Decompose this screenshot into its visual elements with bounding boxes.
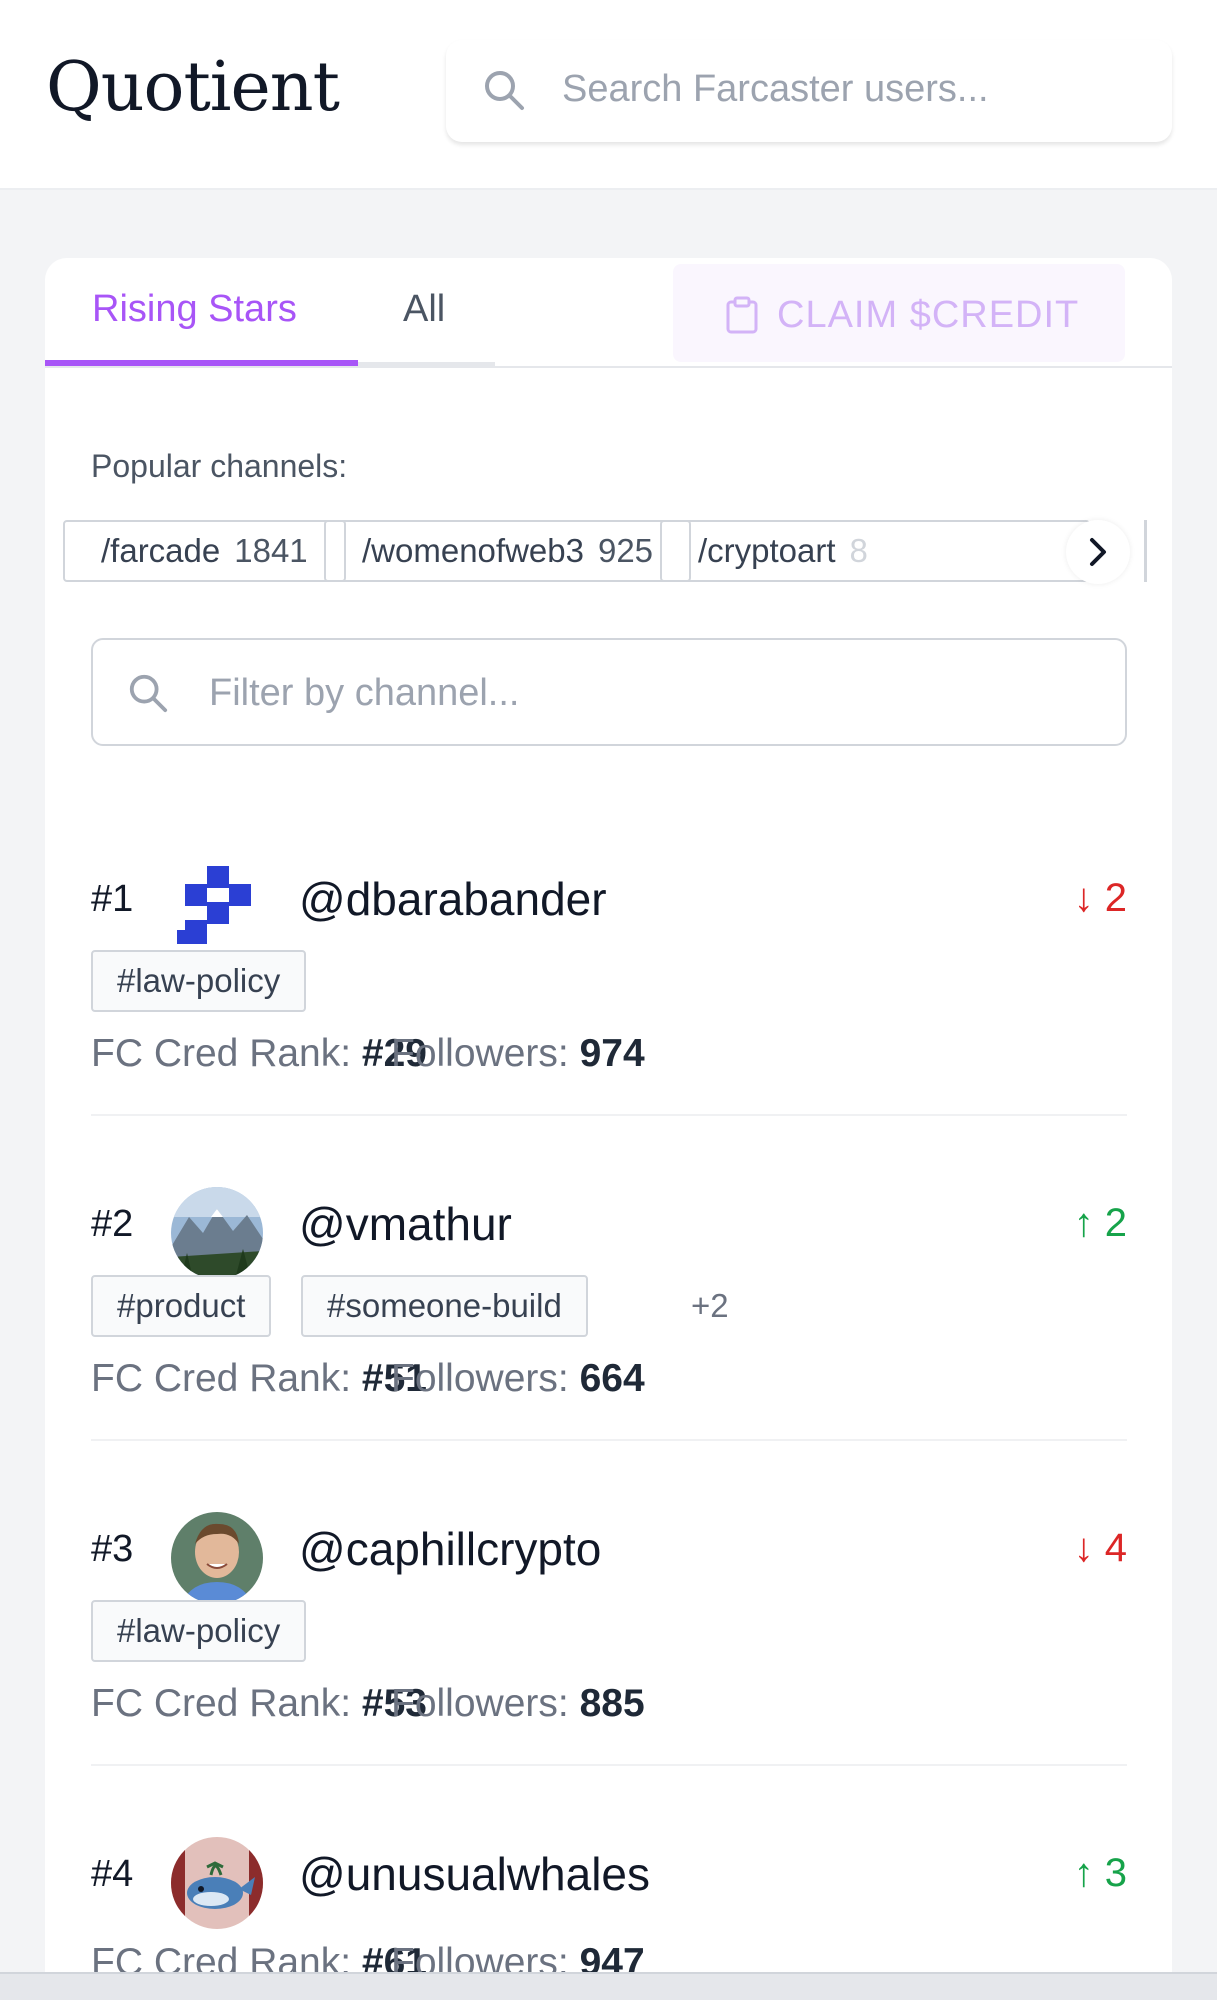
username[interactable]: @dbarabander <box>299 872 607 926</box>
cred-rank: FC Cred Rank: #29 <box>91 1032 427 1076</box>
username[interactable]: @caphillcrypto <box>299 1522 601 1576</box>
user-row[interactable]: #1 @dbarabander ↓ 2 #law-policy FC Cred … <box>91 818 1127 1118</box>
chevron-right-icon <box>1090 538 1106 566</box>
channel-tag[interactable]: #law-policy <box>91 950 307 1012</box>
arrow-up-icon: ↑ <box>1073 1201 1094 1245</box>
top-header: Quotient Search Farcaster users... <box>0 0 1217 190</box>
followers-label: Followers: <box>391 1032 569 1075</box>
channel-name: /womenofweb3 <box>362 532 584 569</box>
rank-number: #4 <box>91 1853 134 1895</box>
person-photo-icon <box>171 1512 263 1604</box>
channel-tag[interactable]: #someone-build <box>301 1275 588 1337</box>
rank-change-value: 2 <box>1104 1201 1127 1245</box>
avatar-unusualwhales[interactable] <box>171 1837 263 1929</box>
channel-count: 8 <box>849 532 868 569</box>
rank-change-value: 2 <box>1104 876 1127 920</box>
arrow-up-icon: ↑ <box>1073 1851 1094 1895</box>
mountain-photo-icon <box>171 1187 263 1279</box>
followers-label: Followers: <box>391 1682 569 1725</box>
channel-tag[interactable]: #law-policy <box>91 1600 307 1662</box>
channel-name: /cryptoart <box>698 532 836 569</box>
rank-change-up: ↑ 2 <box>1074 1201 1127 1246</box>
channel-chip-farcade[interactable]: /farcade 1841 <box>63 520 346 582</box>
channel-name: /farcade <box>101 532 221 569</box>
row-divider <box>91 1439 1127 1441</box>
rank-change-down: ↓ 4 <box>1074 1526 1127 1571</box>
username[interactable]: @unusualwhales <box>299 1847 650 1901</box>
rank-number: #1 <box>91 878 134 920</box>
rank-change-value: 4 <box>1104 1526 1127 1570</box>
search-input[interactable]: Search Farcaster users... <box>562 68 989 111</box>
popular-channels-label: Popular channels: <box>91 448 348 484</box>
clipboard-icon <box>726 296 758 334</box>
channel-chip-cryptoart[interactable]: /cryptoart 8 <box>660 520 1090 582</box>
username[interactable]: @vmathur <box>299 1197 512 1251</box>
blocks-logo-icon <box>177 866 251 944</box>
cred-rank: FC Cred Rank: #53 <box>91 1682 427 1726</box>
cred-rank: FC Cred Rank: #51 <box>91 1357 427 1401</box>
more-tags-count[interactable]: +2 <box>691 1287 729 1325</box>
search-icon <box>485 71 524 110</box>
tab-bar: Rising Stars All CLAIM $CREDIT <box>45 258 1172 368</box>
user-row[interactable]: #4 @unusualwhales ↑ 3 FC Cred Rank: #61 … <box>91 1793 1127 2000</box>
rank-number: #2 <box>91 1203 134 1245</box>
rank-number: #3 <box>91 1528 134 1570</box>
user-search-box[interactable]: Search Farcaster users... <box>446 40 1172 142</box>
claim-credit-button[interactable]: CLAIM $CREDIT <box>673 264 1125 362</box>
cred-rank-label: FC Cred Rank: <box>91 1032 352 1075</box>
arrow-down-icon: ↓ <box>1073 1526 1094 1570</box>
whale-icon <box>171 1837 263 1929</box>
cred-rank-label: FC Cred Rank: <box>91 1357 352 1400</box>
channel-tag[interactable]: #product <box>91 1275 272 1337</box>
channel-filter-box[interactable]: Filter by channel... <box>91 638 1127 746</box>
tab-indicator-track <box>358 362 495 366</box>
rank-change-value: 3 <box>1104 1851 1127 1895</box>
tab-all[interactable]: All <box>403 288 445 331</box>
row-divider <box>91 1764 1127 1766</box>
followers-value: 974 <box>579 1032 645 1075</box>
avatar-vmathur[interactable] <box>171 1187 263 1279</box>
followers-value: 664 <box>579 1357 645 1400</box>
channel-chip-womenofweb3[interactable]: /womenofweb3 925 <box>324 520 692 582</box>
search-icon <box>129 674 168 713</box>
channels-scroll-right-button[interactable] <box>1066 520 1130 584</box>
active-tab-indicator <box>45 360 358 366</box>
avatar-caphillcrypto[interactable] <box>171 1512 263 1604</box>
followers-label: Followers: <box>391 1357 569 1400</box>
channel-count: 925 <box>597 532 654 569</box>
user-row[interactable]: #3 @caphillcrypto ↓ 4 #law-policy FC Cre… <box>91 1468 1127 1768</box>
rank-change-down: ↓ 2 <box>1074 876 1127 921</box>
channel-count: 1841 <box>234 532 308 569</box>
followers: Followers: 885 <box>391 1682 645 1726</box>
followers: Followers: 664 <box>391 1357 645 1401</box>
channel-filter-input[interactable]: Filter by channel... <box>209 672 519 715</box>
browser-bottom-bar <box>0 1972 1217 2000</box>
followers-value: 885 <box>579 1682 645 1725</box>
leaderboard-card: Rising Stars All CLAIM $CREDIT Popular c… <box>45 258 1172 2000</box>
rank-change-up: ↑ 3 <box>1074 1851 1127 1896</box>
arrow-down-icon: ↓ <box>1073 876 1094 920</box>
avatar-dbarabander[interactable] <box>171 862 263 954</box>
row-divider <box>91 1114 1127 1116</box>
cred-rank-label: FC Cred Rank: <box>91 1682 352 1725</box>
followers: Followers: 974 <box>391 1032 645 1076</box>
tab-rising-stars[interactable]: Rising Stars <box>92 288 297 331</box>
claim-credit-label: CLAIM $CREDIT <box>777 294 1080 336</box>
chip-overflow-edge <box>1144 520 1147 582</box>
user-row[interactable]: #2 @vmathur ↑ 2 #product #someone-build … <box>91 1143 1127 1443</box>
app-logo[interactable]: Quotient <box>46 48 340 127</box>
